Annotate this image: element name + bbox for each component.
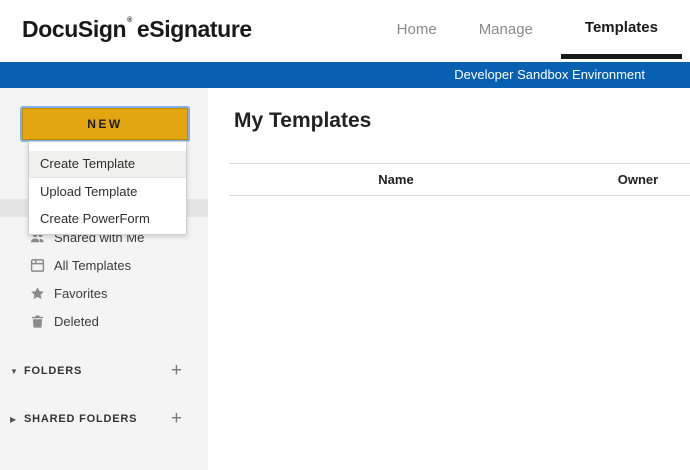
shared-folders-section-label: SHARED FOLDERS bbox=[24, 413, 171, 425]
nav-manage[interactable]: Manage bbox=[465, 0, 547, 59]
app-window: DocuSign ® eSignature Home Manage Templa… bbox=[0, 0, 690, 470]
top-header: DocuSign ® eSignature Home Manage Templa… bbox=[0, 0, 690, 62]
nav-templates[interactable]: Templates bbox=[561, 0, 682, 59]
body-layout: NEW Create Template Upload Template Crea… bbox=[0, 88, 690, 470]
menu-item-create-template[interactable]: Create Template bbox=[29, 151, 186, 178]
sidebar-item-label: All Templates bbox=[54, 258, 131, 273]
star-icon bbox=[30, 286, 45, 301]
docusign-logo: DocuSign ® eSignature bbox=[22, 0, 252, 58]
column-header-name[interactable]: Name bbox=[378, 164, 413, 195]
sidebar-item-label: Deleted bbox=[54, 314, 99, 329]
menu-item-upload-template[interactable]: Upload Template bbox=[29, 178, 186, 205]
folders-section-label: FOLDERS bbox=[24, 365, 171, 377]
sandbox-banner-text: Developer Sandbox Environment bbox=[454, 62, 645, 88]
add-shared-folder-button[interactable]: + bbox=[171, 411, 182, 427]
trash-icon bbox=[30, 314, 45, 329]
sidebar-item-deleted[interactable]: Deleted bbox=[0, 307, 208, 335]
column-header-owner[interactable]: Owner bbox=[618, 164, 658, 195]
folders-section-header[interactable]: ▼ FOLDERS + bbox=[0, 357, 208, 385]
templates-grid-icon bbox=[30, 258, 45, 273]
table-header: Name Owner bbox=[230, 163, 690, 196]
menu-item-create-powerform[interactable]: Create PowerForm bbox=[29, 205, 186, 232]
triangle-down-icon: ▼ bbox=[10, 367, 24, 376]
new-dropdown-menu: Create Template Upload Template Create P… bbox=[28, 141, 187, 235]
primary-nav: Home Manage Templates bbox=[383, 0, 682, 59]
shared-folders-section-header[interactable]: ▶ SHARED FOLDERS + bbox=[0, 405, 208, 433]
sidebar-item-favorites[interactable]: Favorites bbox=[0, 279, 208, 307]
sidebar: NEW Create Template Upload Template Crea… bbox=[0, 88, 208, 470]
registered-mark: ® bbox=[127, 17, 132, 24]
logo-product: eSignature bbox=[137, 16, 252, 43]
page-title: My Templates bbox=[234, 109, 371, 133]
triangle-right-icon: ▶ bbox=[10, 415, 24, 424]
sidebar-nav-list: Shared with Me All Templates bbox=[0, 223, 208, 335]
nav-home[interactable]: Home bbox=[383, 0, 451, 59]
new-button[interactable]: NEW bbox=[22, 108, 188, 140]
sandbox-banner: Developer Sandbox Environment bbox=[0, 62, 690, 88]
sidebar-item-label: Favorites bbox=[54, 286, 107, 301]
logo-brand: DocuSign bbox=[22, 16, 126, 43]
add-folder-button[interactable]: + bbox=[171, 363, 182, 379]
sidebar-item-all-templates[interactable]: All Templates bbox=[0, 251, 208, 279]
main-content: My Templates Name Owner bbox=[208, 88, 690, 470]
